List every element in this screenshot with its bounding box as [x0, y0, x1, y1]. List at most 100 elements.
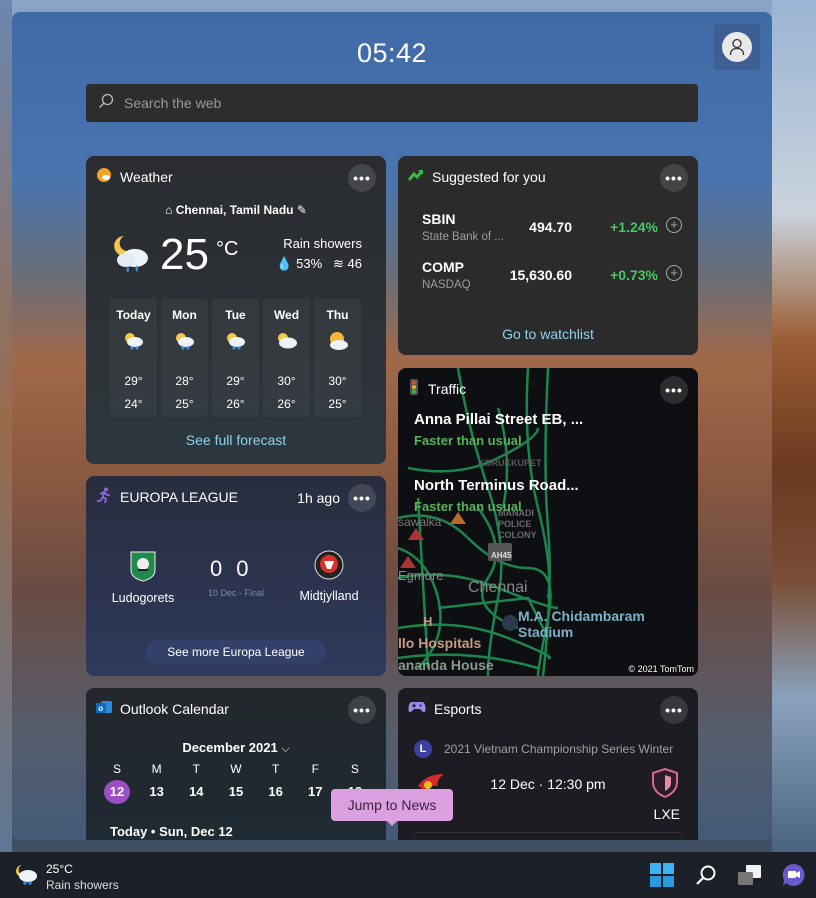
- away-score: 0: [236, 556, 263, 581]
- midtjylland-crest-icon: [314, 550, 344, 583]
- teams-chat-button[interactable]: [781, 862, 807, 888]
- calendar-date[interactable]: 16: [263, 780, 289, 804]
- forecast-day[interactable]: Mon 28° 25°: [161, 298, 208, 417]
- ludogorets-crest-icon: [130, 550, 156, 585]
- agenda-heading: Today • Sun, Dec 12: [110, 824, 233, 839]
- month-selector[interactable]: December 2021 ⌵: [86, 740, 386, 756]
- search-box[interactable]: Search the web: [86, 84, 698, 122]
- task-view-button[interactable]: [737, 862, 763, 888]
- calendar-more-button[interactable]: •••: [348, 696, 376, 724]
- see-full-forecast-link[interactable]: See full forecast: [86, 432, 386, 448]
- esports-team-name: LXE: [653, 806, 680, 822]
- map-label-police: POLICE: [498, 519, 532, 529]
- map-label-partial: sawalka: [398, 515, 442, 529]
- calendar-date[interactable]: 15: [223, 780, 249, 804]
- traffic-route-name[interactable]: Anna Pillai Street EB, ...: [414, 411, 583, 428]
- home-icon: ⌂: [165, 203, 173, 217]
- search-input[interactable]: Search the web: [124, 95, 221, 111]
- forecast-day[interactable]: Tue 29° 26°: [212, 298, 259, 417]
- map-label-city: Chennai: [468, 579, 528, 596]
- esports-league[interactable]: L 2021 Vietnam Championship Series Winte…: [414, 740, 673, 758]
- stock-price: 494.70: [529, 219, 572, 235]
- task-view-icon: [738, 865, 761, 885]
- jump-to-news-button[interactable]: Jump to News: [331, 789, 453, 826]
- map-copyright: © 2021 TomTom: [628, 664, 695, 674]
- traffic-title: Traffic: [428, 381, 467, 397]
- chevron-down-icon: ⌵: [281, 743, 290, 755]
- hospital-icon: H: [423, 614, 432, 629]
- clock: 05:42: [356, 38, 428, 68]
- windows-logo-icon: [650, 863, 674, 887]
- europa-more-button[interactable]: •••: [348, 484, 376, 512]
- chat-icon: [782, 863, 805, 886]
- trending-up-icon: [407, 168, 424, 187]
- map-label-house: ananda House: [398, 657, 494, 673]
- traffic-widget[interactable]: KORUKKUPET MANADI POLICE COLONY sawalka …: [398, 368, 698, 676]
- rain-partly-cloudy-icon: [212, 330, 259, 354]
- europa-title: EUROPA LEAGUE: [120, 489, 239, 505]
- forecast-day[interactable]: Thu 30° 25°: [314, 298, 361, 417]
- stocks-title: Suggested for you: [432, 169, 546, 185]
- partly-cloudy-icon: [263, 330, 310, 354]
- go-to-watchlist-link[interactable]: Go to watchlist: [398, 326, 698, 342]
- taskbar: 25°C Rain showers: [0, 852, 816, 898]
- gamepad-icon: [408, 700, 426, 719]
- rain-partly-cloudy-icon: [110, 330, 157, 354]
- home-score: 0: [210, 556, 237, 581]
- stadium-icon: [502, 615, 518, 631]
- edit-pencil-icon[interactable]: ✎: [297, 203, 307, 217]
- weekday-header: S M T W T F S: [112, 762, 359, 776]
- current-temperature: 25: [160, 230, 209, 279]
- calendar-date-today[interactable]: 12: [104, 780, 130, 804]
- esports-title: Esports: [434, 701, 482, 717]
- add-to-watchlist-icon[interactable]: +: [666, 265, 682, 281]
- match-score: 00: [210, 556, 263, 582]
- weather-condition-block: Rain showers 💧 53% ≋ 46: [276, 236, 362, 272]
- map-label-egmore: Egmore: [398, 568, 444, 583]
- taskbar-weather-button[interactable]: 25°C Rain showers: [14, 862, 119, 892]
- traffic-more-button[interactable]: •••: [660, 376, 688, 404]
- stocks-more-button[interactable]: •••: [660, 164, 688, 192]
- map-label-korukkupet: KORUKKUPET: [478, 458, 542, 468]
- humidity-value: 53%: [296, 256, 323, 271]
- rain-showers-icon: [110, 232, 156, 283]
- taskbar-condition: Rain showers: [46, 878, 119, 892]
- map-label-highway: AH45: [491, 551, 512, 560]
- search-icon: [696, 865, 716, 885]
- date-row: 12 13 14 15 16 17 18: [104, 780, 368, 804]
- add-to-watchlist-icon[interactable]: +: [666, 217, 682, 233]
- running-person-icon: [96, 487, 112, 508]
- wind-icon: ≋: [333, 256, 344, 271]
- map-label-stadium-1: M.A. Chidambaram: [518, 608, 645, 624]
- weather-location[interactable]: ⌂ Chennai, Tamil Nadu ✎: [86, 203, 386, 217]
- roadwork-icon: [408, 528, 424, 540]
- weather-widget[interactable]: Weather ••• ⌂ Chennai, Tamil Nadu ✎ 25 °…: [86, 156, 386, 464]
- taskbar-temperature: 25°C: [46, 862, 73, 876]
- stock-price: 15,630.60: [509, 267, 572, 283]
- search-button[interactable]: [693, 862, 719, 888]
- esports-more-button[interactable]: •••: [660, 696, 688, 724]
- europa-league-widget[interactable]: EUROPA LEAGUE 1h ago ••• Ludogorets 00 1…: [86, 476, 386, 676]
- temperature-unit: °C: [216, 238, 239, 260]
- map-label-colony: COLONY: [498, 530, 537, 540]
- away-team[interactable]: Midtjylland: [284, 550, 374, 603]
- traffic-route-status: Faster than usual: [414, 499, 522, 514]
- account-button[interactable]: [714, 24, 760, 70]
- forecast-day[interactable]: Today 29° 24°: [110, 298, 157, 417]
- weather-more-button[interactable]: •••: [348, 164, 376, 192]
- calendar-date[interactable]: 14: [183, 780, 209, 804]
- map-label-stadium-2: Stadium: [518, 624, 573, 640]
- stocks-widget[interactable]: Suggested for you ••• SBIN State Bank of…: [398, 156, 698, 355]
- calendar-date[interactable]: 17: [302, 780, 328, 804]
- see-more-europa-button[interactable]: See more Europa League: [146, 640, 326, 664]
- humidity-icon: 💧: [276, 256, 293, 271]
- calendar-title: Outlook Calendar: [120, 701, 229, 717]
- start-button[interactable]: [649, 862, 675, 888]
- stock-row[interactable]: COMP NASDAQ 15,630.60 +0.73% +: [422, 259, 682, 299]
- traffic-route-name[interactable]: North Terminus Road...: [414, 477, 579, 494]
- forecast-day[interactable]: Wed 30° 26°: [263, 298, 310, 417]
- desktop-wallpaper-right: [772, 0, 816, 852]
- calendar-date[interactable]: 13: [144, 780, 170, 804]
- league-badge-icon: L: [414, 740, 432, 758]
- stock-row[interactable]: SBIN State Bank of ... 494.70 +1.24% +: [422, 211, 682, 251]
